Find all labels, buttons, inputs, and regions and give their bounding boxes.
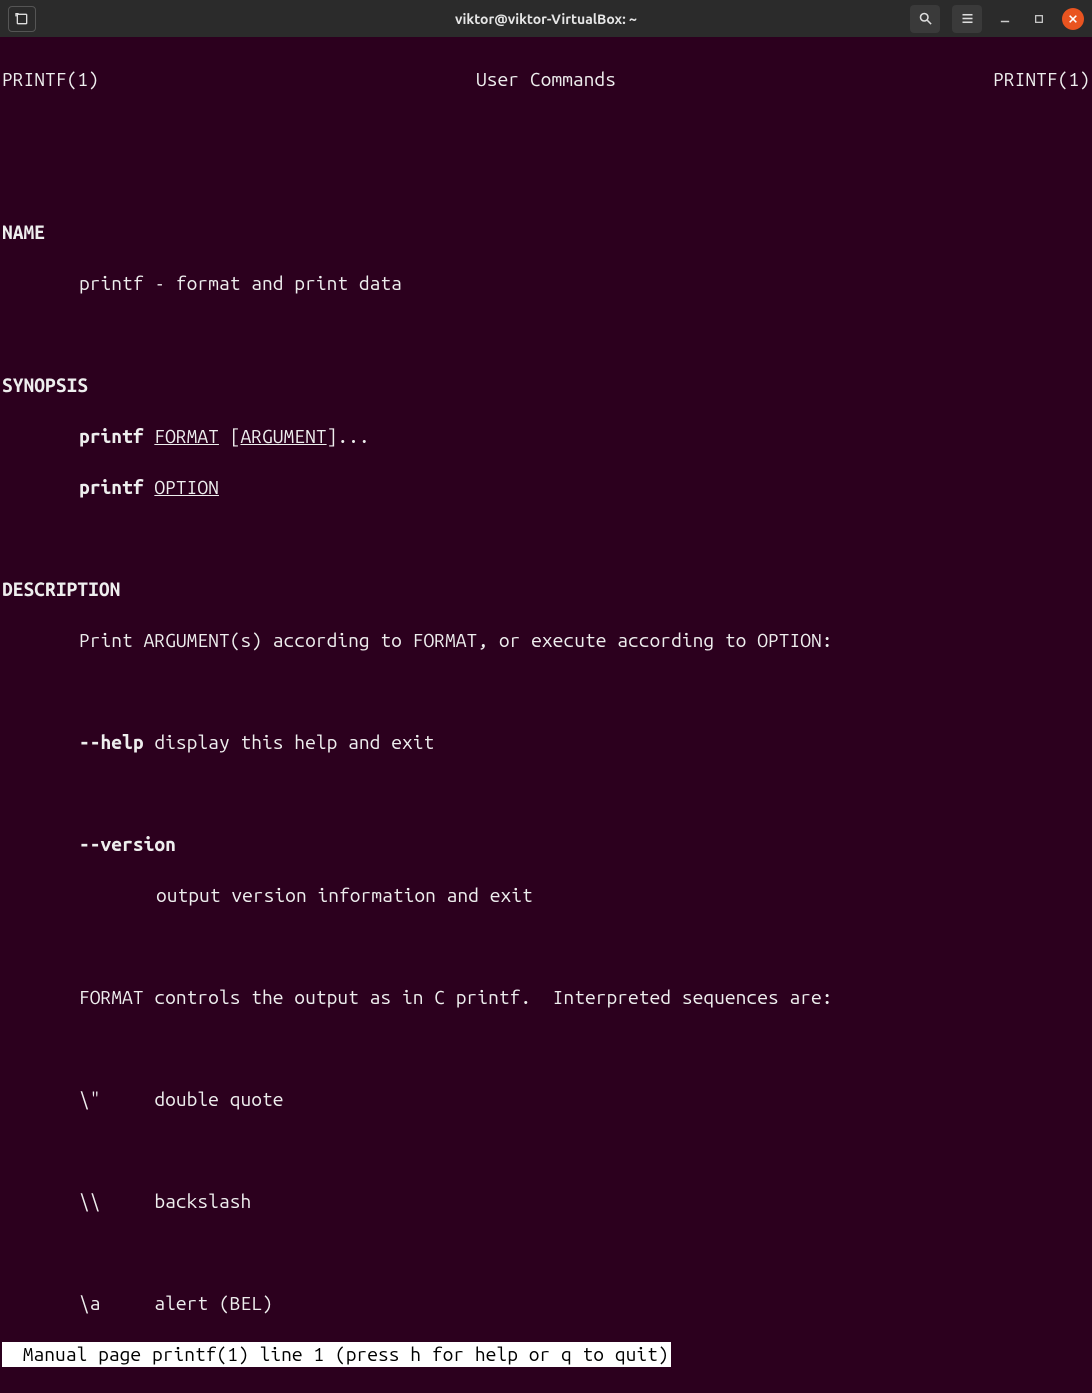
search-icon[interactable] (910, 5, 940, 33)
blank-line (2, 934, 1090, 960)
blank-line (2, 781, 1090, 807)
header-left: PRINTF(1) (2, 67, 99, 93)
titlebar: viktor@viktor-VirtualBox: ~ (0, 0, 1092, 37)
blank-line (2, 1240, 1090, 1266)
maximize-button[interactable] (1028, 8, 1050, 30)
blank-line (2, 118, 1090, 144)
status-line-row: Manual page printf(1) line 1 (press h fo… (2, 1342, 1090, 1368)
version-flag: --version (2, 832, 1090, 858)
synopsis-cmd: printf (79, 425, 144, 447)
window-title: viktor@viktor-VirtualBox: ~ (455, 11, 637, 27)
man-page-header: PRINTF(1) User Commands PRINTF(1) (2, 67, 1090, 93)
terminal-content[interactable]: PRINTF(1) User Commands PRINTF(1) NAME pri… (0, 37, 1092, 1393)
blank-line (2, 169, 1090, 195)
synopsis-bracket-close: ]... (327, 425, 370, 447)
blank-line (2, 1138, 1090, 1164)
escape-seq-bs: \\ backslash (2, 1189, 1090, 1215)
name-body: printf - format and print data (2, 271, 1090, 297)
escape-seq-a: \a alert (BEL) (2, 1291, 1090, 1317)
help-flag: --help (79, 731, 144, 753)
description-body: Print ARGUMENT(s) according to FORMAT, o… (2, 628, 1090, 654)
pager-status-line: Manual page printf(1) line 1 (press h fo… (2, 1342, 671, 1368)
new-tab-icon[interactable] (8, 6, 36, 32)
synopsis-bracket-open: [ (219, 425, 241, 447)
help-desc: display this help and exit (144, 731, 435, 753)
synopsis-option: OPTION (154, 476, 219, 498)
section-synopsis-heading: SYNOPSIS (2, 373, 1090, 399)
version-desc: output version information and exit (2, 883, 1090, 909)
help-option: --help display this help and exit (2, 730, 1090, 756)
hamburger-menu-icon[interactable] (952, 5, 982, 33)
section-description-heading: DESCRIPTION (2, 577, 1090, 603)
header-right: PRINTF(1) (993, 67, 1090, 93)
window-controls (910, 5, 1084, 33)
synopsis-format: FORMAT (154, 425, 219, 447)
format-controls: FORMAT controls the output as in C print… (2, 985, 1090, 1011)
synopsis-cmd: printf (79, 476, 144, 498)
blank-line (2, 322, 1090, 348)
close-button[interactable] (1062, 8, 1084, 30)
blank-line (2, 1036, 1090, 1062)
section-name-heading: NAME (2, 220, 1090, 246)
synopsis-line-1: printf FORMAT [ARGUMENT]... (2, 424, 1090, 450)
header-center: User Commands (476, 67, 616, 93)
synopsis-line-2: printf OPTION (2, 475, 1090, 501)
escape-seq-dq: \" double quote (2, 1087, 1090, 1113)
synopsis-argument: ARGUMENT (240, 425, 326, 447)
blank-line (2, 679, 1090, 705)
blank-line (2, 526, 1090, 552)
minimize-button[interactable] (994, 8, 1016, 30)
